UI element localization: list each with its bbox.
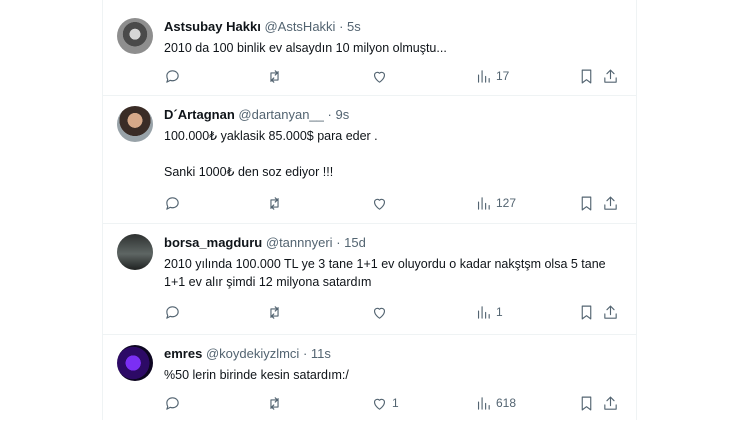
retweet-button[interactable]	[266, 302, 283, 322]
author-name[interactable]: emres	[164, 346, 202, 361]
bookmark-icon	[581, 69, 592, 83]
like-count: 1	[392, 396, 399, 410]
tweet-header: D´Artagnan @dartanyan__ · 9s	[164, 107, 349, 122]
tweet-text: 100.000₺ yaklasik 85.000$ para eder . Sa…	[164, 127, 624, 199]
retweet-icon	[270, 196, 279, 210]
separator: ·	[327, 107, 332, 122]
tweet-header: Astsubay Hakkı @AstsHakki · 5s	[164, 19, 361, 34]
tweet[interactable]: borsa_magduru @tannnyeri · 15d 2010 yılı…	[103, 224, 636, 335]
tweet-actions: 127	[164, 193, 624, 213]
reply-icon	[166, 396, 179, 410]
like-icon	[373, 198, 386, 210]
avatar[interactable]	[117, 106, 153, 142]
reply-button[interactable]	[164, 66, 181, 86]
tweet[interactable]: Astsubay Hakkı @AstsHakki · 5s 2010 da 1…	[103, 8, 636, 96]
retweet-button[interactable]	[266, 66, 283, 86]
author-handle[interactable]: @AstsHakki	[264, 19, 335, 34]
separator: ·	[339, 19, 344, 34]
author-handle[interactable]: @dartanyan__	[238, 107, 323, 122]
share-button[interactable]	[602, 66, 619, 86]
bookmark-button[interactable]	[578, 393, 595, 413]
separator: ·	[336, 235, 341, 250]
tweet-line: 2010 yılında 100.000 TL ye 3 tane 1+1 ev…	[164, 257, 606, 289]
tweet-time[interactable]: 5s	[347, 19, 361, 34]
reply-button[interactable]	[164, 193, 181, 213]
timeline-column: Astsubay Hakkı @AstsHakki · 5s 2010 da 1…	[102, 0, 637, 420]
bookmark-icon	[581, 196, 592, 210]
like-button[interactable]	[371, 66, 392, 86]
share-icon	[604, 396, 617, 410]
retweet-button[interactable]	[266, 193, 283, 213]
like-button[interactable]: 1	[371, 393, 399, 413]
tweet-time[interactable]: 9s	[335, 107, 349, 122]
retweet-icon	[270, 69, 279, 83]
like-button[interactable]	[371, 302, 392, 322]
views-button[interactable]: 127	[475, 193, 516, 213]
retweet-button[interactable]	[266, 393, 283, 413]
views-button[interactable]: 1	[475, 302, 503, 322]
like-icon	[373, 307, 386, 319]
like-button[interactable]	[371, 193, 392, 213]
like-icon	[373, 398, 386, 410]
views-count: 17	[496, 69, 510, 83]
reply-button[interactable]	[164, 393, 181, 413]
author-name[interactable]: Astsubay Hakkı	[164, 19, 261, 34]
views-count: 618	[496, 396, 517, 410]
tweet[interactable]: emres @koydekiyzlmci · 11s %50 lerin bir…	[103, 335, 636, 425]
views-button[interactable]: 17	[475, 66, 509, 86]
views-icon	[477, 305, 490, 319]
retweet-icon	[270, 305, 279, 319]
share-button[interactable]	[602, 302, 619, 322]
tweet-time[interactable]: 11s	[311, 346, 331, 361]
views-count: 127	[496, 196, 517, 210]
like-icon	[373, 71, 386, 83]
share-icon	[604, 196, 617, 210]
views-icon	[477, 196, 490, 210]
avatar[interactable]	[117, 345, 153, 381]
author-name[interactable]: D´Artagnan	[164, 107, 235, 122]
reply-icon	[166, 196, 179, 210]
views-icon	[477, 69, 490, 83]
bookmark-button[interactable]	[578, 302, 595, 322]
tweet-time[interactable]: 15d	[344, 235, 366, 250]
tweet-text: 2010 yılında 100.000 TL ye 3 tane 1+1 ev…	[164, 255, 624, 309]
tweet-actions: 17	[164, 66, 624, 86]
bookmark-icon	[581, 396, 592, 410]
share-icon	[604, 305, 617, 319]
share-icon	[604, 69, 617, 83]
avatar[interactable]	[117, 18, 153, 54]
retweet-icon	[270, 396, 279, 410]
tweet-line: 100.000₺ yaklasik 85.000$ para eder .	[164, 129, 378, 143]
reply-icon	[166, 69, 179, 83]
views-count: 1	[496, 305, 503, 319]
separator: ·	[302, 346, 308, 361]
reply-icon	[166, 305, 179, 319]
tweet-line: Sanki 1000₺ den soz ediyor !!!	[164, 165, 334, 179]
author-handle[interactable]: @koydekiyzlmci	[206, 346, 299, 361]
avatar[interactable]	[117, 234, 153, 270]
bookmark-button[interactable]	[578, 193, 595, 213]
bookmark-button[interactable]	[578, 66, 595, 86]
views-button[interactable]: 618	[475, 393, 516, 413]
tweet[interactable]: D´Artagnan @dartanyan__ · 9s 100.000₺ ya…	[103, 96, 636, 224]
tweet-header: emres @koydekiyzlmci · 11s	[164, 346, 331, 361]
share-button[interactable]	[602, 393, 619, 413]
author-name[interactable]: borsa_magduru	[164, 235, 262, 250]
tweet-line: %50 lerin birinde kesin satardım:/	[164, 368, 349, 382]
tweet-actions: 1 618	[164, 393, 624, 413]
bookmark-icon	[581, 305, 592, 319]
share-button[interactable]	[602, 193, 619, 213]
tweet-actions: 1	[164, 302, 624, 322]
tweet-line: 2010 da 100 binlik ev alsaydın 10 milyon…	[164, 41, 447, 55]
tweet-header: borsa_magduru @tannnyeri · 15d	[164, 235, 366, 250]
views-icon	[477, 396, 490, 410]
reply-button[interactable]	[164, 302, 181, 322]
author-handle[interactable]: @tannnyeri	[266, 235, 333, 250]
